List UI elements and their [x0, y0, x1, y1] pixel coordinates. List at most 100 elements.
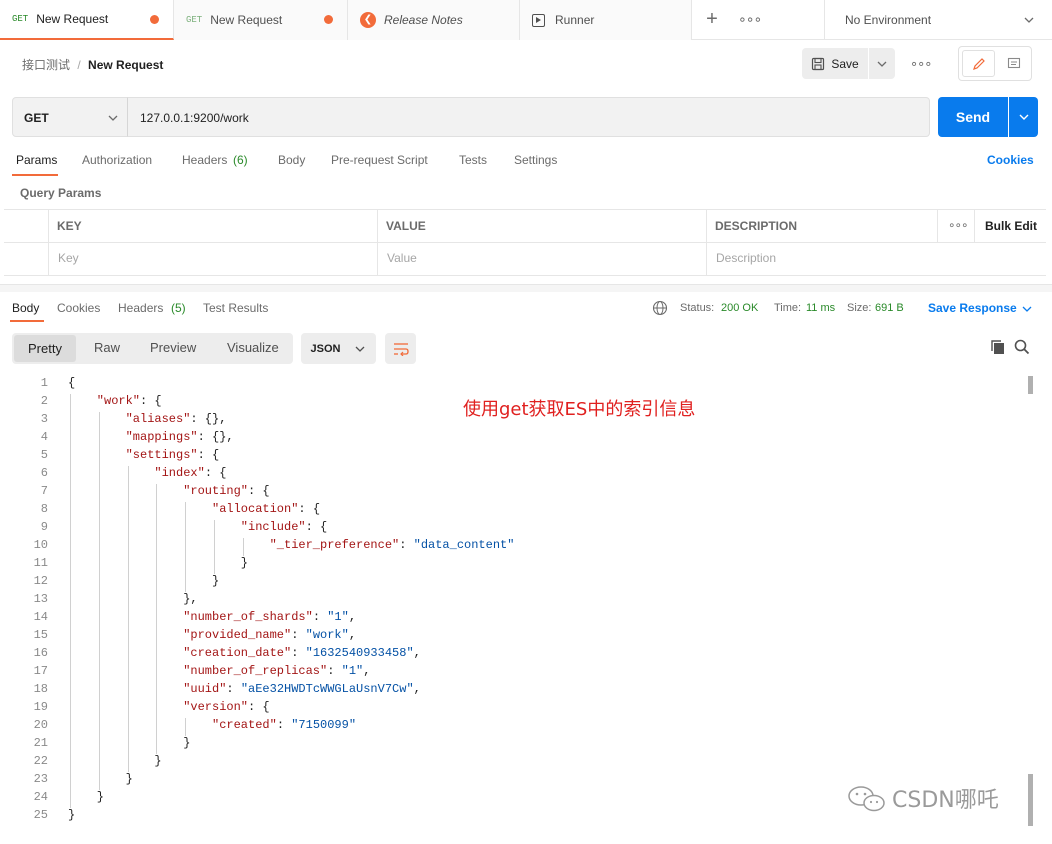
line-number: 25: [33, 808, 48, 822]
indent-guide: [127, 592, 129, 610]
code-line: {: [68, 376, 76, 390]
unsaved-dot-icon: [150, 15, 159, 24]
response-tab-headers[interactable]: Headers: [118, 301, 163, 315]
view-mode-group: Pretty Raw Preview Visualize: [12, 333, 293, 364]
view-mode-pretty[interactable]: Pretty: [14, 335, 76, 362]
edit-mode-button[interactable]: [962, 50, 995, 77]
column-header-key: KEY: [57, 219, 82, 233]
line-number: 14: [33, 610, 48, 624]
scrollbar-thumb[interactable]: [1028, 774, 1033, 826]
line-number: 13: [33, 592, 48, 606]
indent-guide: [242, 538, 244, 556]
response-tab-test-results[interactable]: Test Results: [203, 301, 268, 315]
environment-selector[interactable]: No Environment: [824, 0, 1052, 40]
code-line: "_tier_preference": "data_content": [269, 538, 515, 552]
indent-guide: [127, 700, 129, 718]
size-value: 691 B: [875, 302, 904, 314]
code-line: "created": "7150099": [212, 718, 357, 732]
indent-guide: [214, 556, 215, 574]
response-tab-cookies[interactable]: Cookies: [57, 301, 100, 315]
tab-headers[interactable]: Headers: [182, 153, 227, 167]
scrollbar-thumb-top[interactable]: [1028, 376, 1033, 394]
save-options-button[interactable]: [869, 48, 895, 79]
tab-release-notes[interactable]: ❮ Release Notes: [348, 0, 520, 40]
tab-pre-request-script[interactable]: Pre-request Script: [331, 153, 428, 167]
pane-divider[interactable]: [0, 284, 1052, 292]
tab-new-request-2[interactable]: GET New Request: [174, 0, 348, 40]
code-line: "work": {: [96, 394, 162, 408]
save-button[interactable]: Save: [802, 48, 868, 79]
code-line: }: [154, 754, 162, 768]
indent-guide: [98, 466, 100, 484]
code-line: "creation_date": "1632540933458",: [183, 646, 421, 660]
chevron-down-icon: [1019, 114, 1028, 120]
tab-tests[interactable]: Tests: [459, 153, 487, 167]
tab-body[interactable]: Body: [278, 153, 305, 167]
view-toggle: [958, 46, 1032, 81]
send-button[interactable]: Send: [938, 97, 1008, 137]
tab-settings[interactable]: Settings: [514, 153, 557, 167]
comment-icon: [1007, 57, 1020, 68]
table-options-icon[interactable]: ∘∘∘: [948, 218, 969, 232]
indent-guide: [127, 664, 129, 682]
send-options-button[interactable]: [1009, 97, 1038, 137]
chevron-down-icon: [108, 115, 118, 121]
line-number: 15: [33, 628, 48, 642]
line-number: 16: [33, 646, 48, 660]
indent-guide: [127, 610, 129, 628]
indent-guide: [98, 592, 100, 610]
tab-bar: GET New Request GET New Request ❮ Releas…: [0, 0, 1052, 40]
code-line: "number_of_replicas": "1",: [183, 664, 371, 678]
more-options-icon[interactable]: ∘∘∘: [910, 56, 932, 72]
indent-guide: [98, 610, 100, 628]
time-label: Time:: [774, 302, 802, 314]
bulk-edit-button[interactable]: Bulk Edit: [985, 219, 1037, 233]
new-tab-plus-icon[interactable]: +: [702, 9, 722, 29]
cookies-link[interactable]: Cookies: [987, 153, 1034, 167]
environment-label: No Environment: [845, 13, 932, 27]
breadcrumb-collection[interactable]: 接口测试: [22, 58, 70, 72]
comments-button[interactable]: [997, 50, 1030, 77]
save-icon: [812, 57, 825, 70]
search-icon[interactable]: [1014, 339, 1030, 355]
url-input[interactable]: 127.0.0.1:9200/work: [127, 97, 930, 137]
indent-guide: [98, 628, 100, 646]
indent-guide: [98, 430, 100, 448]
code-line: "uuid": "aEe32HWDTcWWGLaUsnV7Cw",: [183, 682, 421, 696]
chevron-down-icon[interactable]: [1021, 303, 1033, 315]
table-divider: [377, 209, 378, 275]
time-value: 11 ms: [806, 302, 836, 314]
view-mode-preview[interactable]: Preview: [150, 340, 196, 355]
view-mode-raw[interactable]: Raw: [94, 340, 120, 355]
copy-icon[interactable]: [990, 339, 1006, 355]
line-number: 3: [40, 412, 48, 426]
wrap-lines-button[interactable]: [385, 333, 416, 364]
value-input[interactable]: Value: [387, 251, 417, 265]
method-select[interactable]: GET: [12, 97, 128, 137]
indent-guide: [127, 574, 129, 592]
indent-guide: [70, 592, 71, 610]
tab-runner[interactable]: Runner: [520, 0, 692, 40]
wechat-logo-icon: [848, 786, 885, 812]
indent-guide: [70, 466, 71, 484]
response-body-editor[interactable]: 1 {2 "work": {3 "aliases": {}, 4 "mappings": …: [0, 374, 1052, 844]
key-input[interactable]: Key: [58, 251, 79, 265]
method-value: GET: [24, 111, 49, 125]
tab-new-request-1[interactable]: GET New Request: [0, 0, 174, 40]
tab-params[interactable]: Params: [16, 153, 57, 167]
indent-guide: [156, 592, 158, 610]
tab-authorization[interactable]: Authorization: [82, 153, 152, 167]
save-response-button[interactable]: Save Response: [928, 301, 1017, 315]
globe-icon[interactable]: [652, 300, 668, 316]
view-mode-visualize[interactable]: Visualize: [227, 340, 279, 355]
indent-guide: [98, 700, 100, 718]
format-select[interactable]: JSON: [301, 333, 376, 364]
code-line: "allocation": {: [212, 502, 321, 516]
indent-guide: [98, 682, 100, 700]
indent-guide: [70, 700, 71, 718]
response-tab-body[interactable]: Body: [12, 301, 39, 315]
description-input[interactable]: Description: [716, 251, 776, 265]
watermark: CSDN哪吒: [846, 782, 999, 814]
more-tabs-icon[interactable]: ∘∘∘: [738, 11, 762, 28]
indent-guide: [156, 502, 158, 520]
